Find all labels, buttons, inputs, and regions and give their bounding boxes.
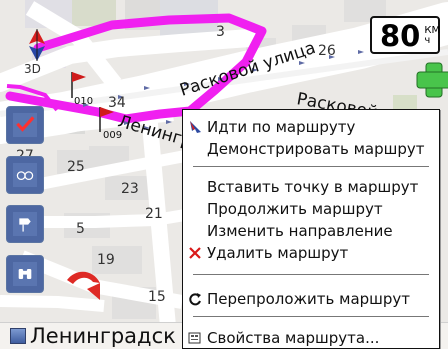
mode-label: 3D: [24, 62, 41, 76]
speed-value: 80: [380, 18, 421, 53]
menu-separator: [193, 166, 429, 167]
menu-separator: [193, 274, 429, 275]
menu-item-route-properties[interactable]: Свойства маршрута...: [183, 327, 439, 349]
svg-text:21: 21: [145, 206, 163, 222]
speed-unit: КМ ч: [424, 24, 441, 46]
menu-item-continue-route[interactable]: Продолжить маршрут: [183, 198, 439, 220]
svg-text:19: 19: [97, 252, 115, 268]
svg-text:5: 5: [76, 221, 85, 237]
route-context-menu: Идти по маршруту Демонстрировать маршрут…: [182, 109, 440, 349]
left-toolbar: [6, 106, 44, 321]
menu-item-label: Продолжить маршрут: [207, 199, 383, 218]
empty-icon-slot: [183, 176, 207, 198]
menu-item-label: Удалить маршрут: [207, 243, 349, 262]
properties-icon: [183, 327, 207, 349]
menu-item-label: Вставить точку в маршрут: [207, 177, 419, 196]
menu-item-demo-route[interactable]: Демонстрировать маршрут: [183, 138, 439, 160]
glasses-toolbar-button[interactable]: [6, 156, 44, 194]
empty-icon-slot: [183, 138, 207, 160]
svg-text:25: 25: [67, 159, 85, 175]
binoculars-toolbar-button[interactable]: [6, 255, 44, 293]
bottom-street-name: Ленинградск: [30, 325, 176, 347]
menu-item-reroute[interactable]: Перепроложить маршрут: [183, 288, 439, 310]
glasses-icon: [13, 163, 37, 187]
menu-item-label: Демонстрировать маршрут: [207, 139, 425, 158]
menu-item-label: Свойства маршрута...: [207, 328, 380, 347]
svg-text:3: 3: [216, 24, 225, 40]
menu-item-label: Идти по маршруту: [207, 117, 356, 136]
speed-unit-bottom: ч: [424, 34, 431, 46]
svg-text:15: 15: [148, 289, 166, 305]
status-square-icon: [10, 328, 26, 344]
menu-item-label: Перепроложить маршрут: [207, 289, 411, 308]
menu-item-delete-route[interactable]: Удалить маршрут: [183, 242, 439, 264]
svg-text:010: 010: [74, 96, 93, 107]
speed-unit-top: КМ: [424, 24, 441, 36]
svg-text:26: 26: [318, 43, 336, 59]
checkmark-icon: [13, 113, 37, 137]
delete-icon: [183, 242, 207, 264]
route-toolbar-button[interactable]: [6, 106, 44, 144]
refresh-icon: [183, 288, 207, 310]
direction-sign-icon: [13, 212, 37, 236]
empty-icon-slot: [183, 198, 207, 220]
menu-item-follow-route[interactable]: Идти по маршруту: [183, 116, 439, 138]
menu-item-change-direction[interactable]: Изменить направление: [183, 220, 439, 242]
svg-text:23: 23: [121, 181, 139, 197]
speed-indicator: 80 КМ ч: [370, 16, 440, 54]
menu-item-label: Изменить направление: [207, 221, 393, 240]
binoculars-icon: [13, 262, 37, 286]
navigate-icon: [183, 116, 207, 138]
direction-toolbar-button[interactable]: [6, 205, 44, 243]
svg-text:34: 34: [108, 95, 126, 111]
empty-icon-slot: [183, 220, 207, 242]
menu-item-insert-point[interactable]: Вставить точку в маршрут: [183, 176, 439, 198]
menu-separator: [193, 316, 429, 317]
navigation-screen: 3D 010 009 3 26 34 25 23 21 5 19 15 27 Р…: [0, 0, 448, 349]
